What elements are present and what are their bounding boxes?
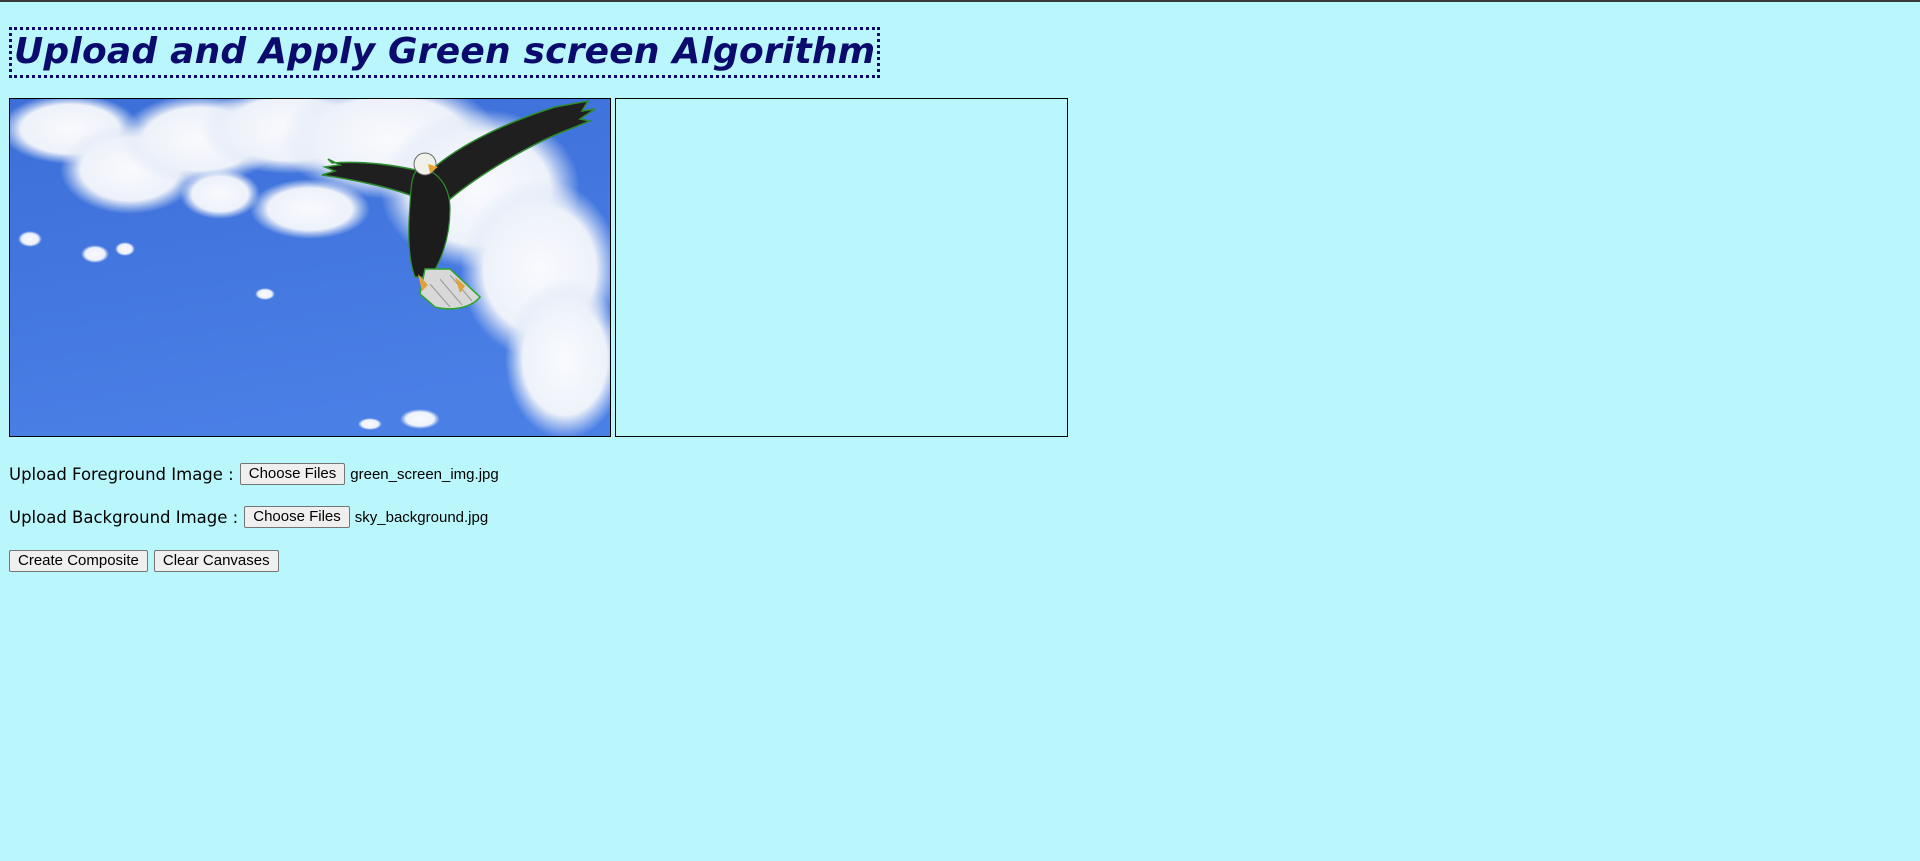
composite-image	[10, 99, 610, 436]
foreground-upload-row: Upload Foreground Image : Choose Files g…	[9, 462, 499, 486]
action-buttons-row: Create Composite Clear Canvases	[9, 549, 279, 573]
composite-canvas	[9, 98, 611, 437]
background-upload-label: Upload Background Image :	[9, 507, 239, 527]
background-canvas	[615, 98, 1068, 437]
foreground-choose-files-button[interactable]: Choose Files	[239, 463, 346, 485]
create-composite-button[interactable]: Create Composite	[9, 550, 148, 572]
clear-canvases-button[interactable]: Clear Canvases	[153, 550, 279, 572]
background-choose-files-button[interactable]: Choose Files	[244, 506, 350, 528]
background-upload-row: Upload Background Image : Choose Files s…	[9, 505, 488, 529]
background-file-name: sky_background.jpg	[354, 508, 489, 526]
foreground-upload-label: Upload Foreground Image :	[9, 464, 234, 484]
page-title: Upload and Apply Green screen Algorithm	[9, 27, 881, 78]
foreground-file-name: green_screen_img.jpg	[350, 465, 499, 483]
